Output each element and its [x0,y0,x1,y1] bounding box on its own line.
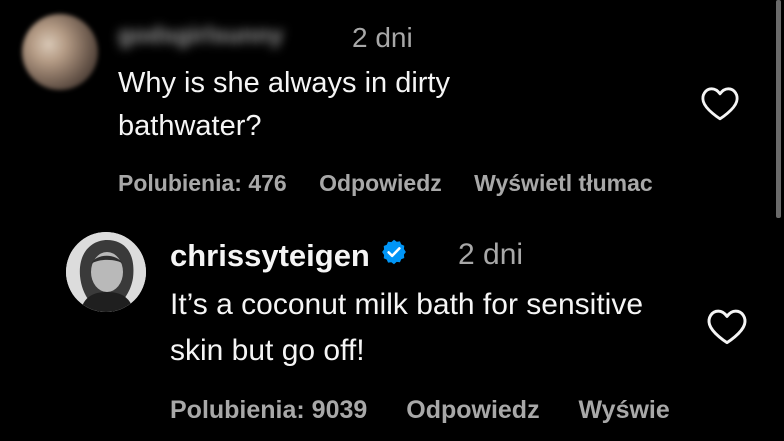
comment-text: It’s a coconut milk bath for sensitive s… [170,288,643,367]
comment-reply-item: chrissyteigen 2 dni It’s a coconut milk … [0,220,784,441]
heart-icon[interactable] [706,306,748,351]
likes-count-link[interactable]: Polubienia: 9039 [170,396,367,424]
comment-actions: Polubienia: 476 Odpowiedz Wyświetl tłuma… [118,170,679,197]
reply-button[interactable]: Odpowiedz [406,396,539,424]
scrollbar[interactable] [776,0,781,218]
heart-icon[interactable] [700,84,740,127]
timestamp: 2 dni [352,22,413,53]
comment-text: Why is she always in dirty bathwater? [118,67,450,142]
username[interactable]: chrissyteigen [170,238,370,274]
comment-actions: Polubienia: 9039 Odpowiedz Wyświe [170,396,702,425]
reply-button[interactable]: Odpowiedz [319,170,442,196]
avatar[interactable] [66,232,146,312]
username-row: chrissyteigen [170,238,408,274]
likes-count-link[interactable]: Polubienia: 476 [118,170,287,196]
timestamp: 2 dni [458,238,524,271]
verified-badge-icon [380,238,408,274]
translate-link[interactable]: Wyświe [579,396,670,424]
username[interactable]: godsgirlsunny [118,22,283,50]
avatar[interactable] [22,14,98,90]
translate-link[interactable]: Wyświetl tłumac [474,170,653,196]
comment-item: godsgirlsunny 2 dni Why is she always in… [0,0,784,220]
